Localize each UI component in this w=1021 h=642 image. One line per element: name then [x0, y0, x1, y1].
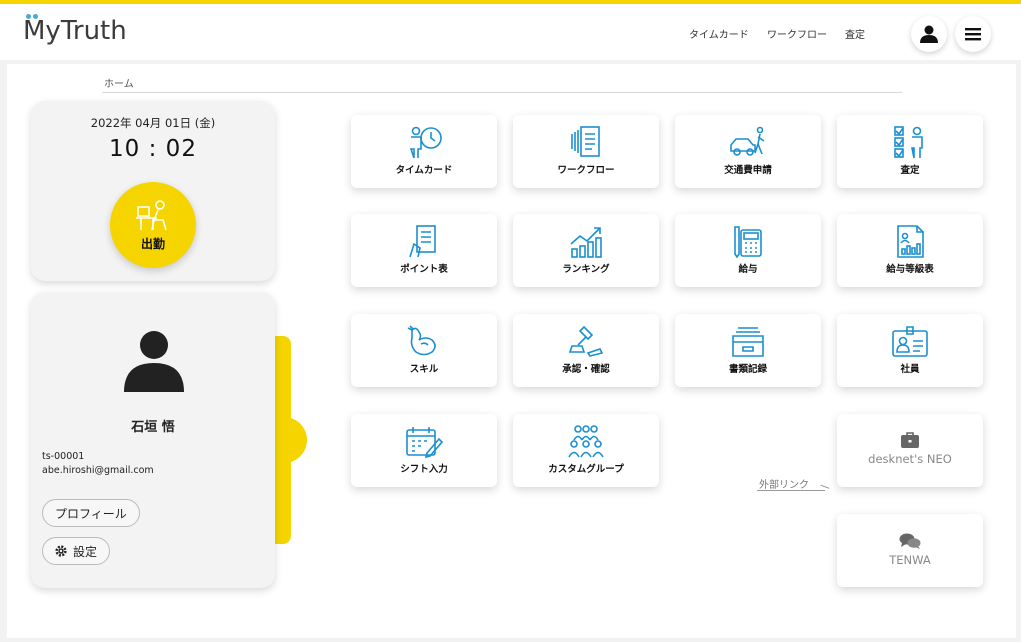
chat-icon [899, 533, 921, 549]
profile-button[interactable]: プロフィール [42, 499, 140, 527]
nav-timecard[interactable]: タイムカード [689, 26, 749, 41]
tile-points[interactable]: ポイント表 [351, 214, 497, 287]
skill-icon [407, 325, 436, 356]
tile-label: カスタムグループ [548, 464, 624, 475]
user-id: ts-00001 [42, 451, 85, 462]
tile-label: タイムカード [395, 165, 453, 176]
top-bar: MyTruth タイムカード ワークフロー 査定 [0, 0, 1021, 60]
user-icon [920, 25, 938, 43]
breadcrumb[interactable]: ホーム [104, 75, 134, 90]
avatar-icon [124, 331, 184, 392]
tile-label: 書類記録 [728, 364, 767, 375]
tile-label: 承認・確認 [562, 364, 610, 375]
salary-grade-icon [897, 225, 924, 258]
user-name: 石垣 悟 [131, 420, 175, 435]
calendar-icon [406, 427, 444, 458]
settings-button-label: 設定 [73, 544, 98, 559]
tile-label: ワークフロー [557, 165, 615, 176]
hamburger-menu-button[interactable] [955, 16, 991, 52]
clock-card: 2022年 04月 01日 (金) 10 : 02 出勤 [31, 101, 275, 281]
tile-label: desknet's NEO [868, 452, 952, 466]
main-panel: ホーム 2022年 04月 01日 (金) 10 : 02 出勤 石垣 悟 ts… [7, 64, 1016, 638]
tile-tenwa[interactable]: TENWA [837, 514, 983, 587]
document-box-icon [732, 327, 764, 357]
desk-worker-icon [136, 199, 167, 230]
clock-in-label: 出勤 [140, 236, 165, 251]
tile-salary-grade[interactable]: 給与等級表 [837, 214, 983, 287]
tile-label: スキル [409, 364, 439, 375]
nav-evaluation[interactable]: 査定 [845, 26, 865, 41]
arrow-icon [817, 484, 830, 497]
tile-workflow[interactable]: ワークフロー [513, 115, 659, 188]
tile-employee[interactable]: 社員 [837, 314, 983, 387]
logo[interactable]: MyTruth [23, 14, 127, 46]
external-links-label: 外部リンク [759, 480, 809, 491]
clock-in-button[interactable]: 出勤 [110, 182, 196, 268]
nav-workflow[interactable]: ワークフロー [767, 26, 827, 41]
tile-shift[interactable]: シフト入力 [351, 414, 497, 487]
current-time: 10 : 02 [109, 136, 197, 162]
tile-label: シフト入力 [400, 464, 448, 475]
salary-icon [734, 226, 762, 258]
employee-icon [892, 326, 928, 357]
approval-icon [568, 325, 604, 357]
tile-label: 給与 [738, 264, 758, 275]
timecard-icon [409, 126, 442, 159]
workflow-icon [571, 126, 600, 157]
tile-label: ポイント表 [400, 264, 448, 275]
tile-label: 給与等級表 [886, 264, 934, 275]
tile-transport[interactable]: 交通費申請 [675, 115, 821, 188]
tile-label: 交通費申請 [724, 165, 772, 176]
tile-label: ランキング [562, 264, 610, 275]
evaluation-icon [894, 126, 923, 159]
tile-desknets-neo[interactable]: desknet's NEO [837, 414, 983, 487]
briefcase-icon [901, 432, 919, 448]
points-icon [409, 225, 436, 258]
current-date: 2022年 04月 01日 (金) [90, 116, 216, 130]
user-menu-button[interactable] [911, 16, 947, 52]
profile-card: 石垣 悟 ts-00001 abe.hiroshi@gmail.com プロフィ… [31, 292, 275, 588]
profile-button-label: プロフィール [55, 506, 127, 521]
tile-skill[interactable]: スキル [351, 314, 497, 387]
tile-label: 査定 [900, 165, 920, 176]
tile-timecard[interactable]: タイムカード [351, 115, 497, 188]
external-links-line [757, 490, 825, 491]
tile-approval[interactable]: 承認・確認 [513, 314, 659, 387]
user-email: abe.hiroshi@gmail.com [42, 465, 154, 476]
tile-label: 社員 [900, 364, 920, 375]
gear-icon [55, 545, 67, 557]
ranking-icon [570, 227, 602, 258]
hamburger-icon [965, 28, 981, 41]
settings-button[interactable]: 設定 [42, 537, 111, 565]
tile-salary[interactable]: 給与 [675, 214, 821, 287]
tile-evaluation[interactable]: 査定 [837, 115, 983, 188]
breadcrumb-divider [102, 92, 902, 93]
group-icon [568, 425, 604, 458]
tile-custom-group[interactable]: カスタムグループ [513, 414, 659, 487]
tile-ranking[interactable]: ランキング [513, 214, 659, 287]
transport-icon [730, 126, 765, 156]
tile-documents[interactable]: 書類記録 [675, 314, 821, 387]
tile-label: TENWA [889, 553, 931, 567]
profile-toggle-knob[interactable] [277, 417, 307, 463]
logo-text: MyTruth [23, 16, 127, 46]
